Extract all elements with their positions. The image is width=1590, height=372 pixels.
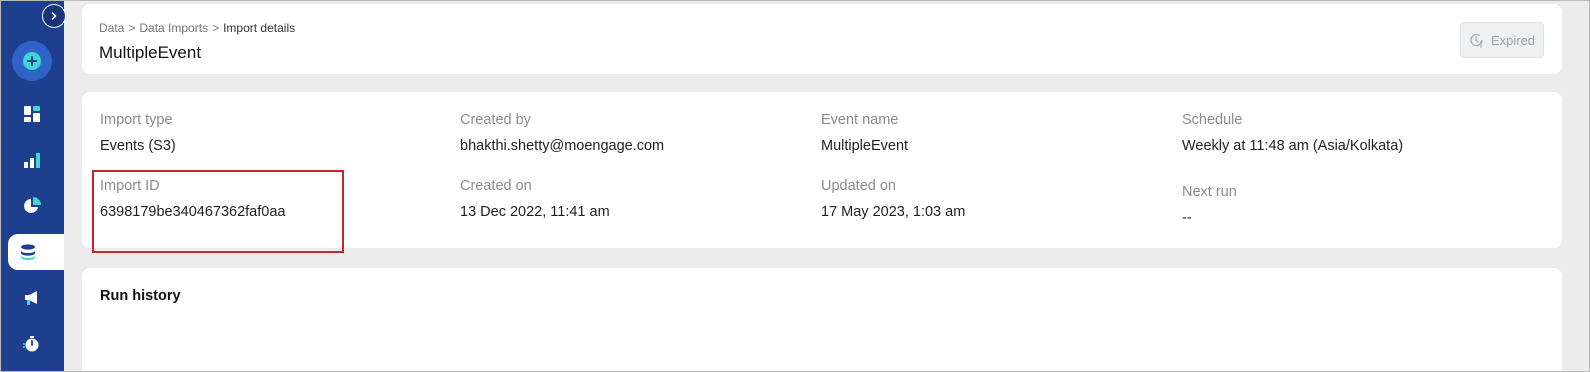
breadcrumb-separator: > (128, 21, 136, 35)
event-name-field: Event name MultipleEvent (821, 112, 908, 154)
breadcrumb-separator: > (212, 21, 220, 35)
breadcrumb-data[interactable]: Data (99, 21, 124, 35)
run-history-title: Run history (100, 288, 181, 304)
schedule-value: Weekly at 11:48 am (Asia/Kolkata) (1182, 138, 1404, 154)
breadcrumb-data-imports[interactable]: Data Imports (139, 21, 208, 35)
created-on-value: 13 Dec 2022, 11:41 am (460, 204, 610, 220)
created-by-label: Created by (460, 112, 531, 128)
plus-icon (23, 52, 41, 70)
import-id-value: 6398179be340467362faf0aa (100, 204, 286, 220)
breadcrumb-import-details: Import details (223, 21, 296, 35)
created-on-label: Created on (460, 178, 532, 194)
expired-status-button[interactable]: Expired (1460, 22, 1544, 58)
chevron-right-icon (51, 12, 57, 20)
created-on-field: Created on 13 Dec 2022, 11:41 am (460, 178, 610, 220)
pie-chart-icon (24, 197, 41, 213)
import-id-label: Import ID (100, 178, 160, 194)
run-history-card: Run history (82, 268, 1562, 372)
created-by-value: bhakthi.shetty@moengage.com (460, 138, 665, 154)
page-header: Data > Data Imports > Import details Mul… (82, 4, 1562, 74)
sidebar-toggle-button[interactable] (42, 4, 66, 28)
schedule-field: Schedule Weekly at 11:48 am (Asia/Kolkat… (1182, 112, 1403, 154)
import-type-value: Events (S3) (100, 138, 176, 154)
database-icon (21, 244, 35, 261)
next-run-value: -- (1182, 210, 1192, 226)
dashboard-icon (24, 106, 40, 122)
next-run-field: Next run -- (1182, 184, 1237, 226)
sidebar-item-reports[interactable] (0, 188, 64, 224)
updated-on-field: Updated on 17 May 2023, 1:03 am (821, 178, 965, 220)
event-name-label: Event name (821, 112, 899, 128)
import-type-label: Import type (100, 112, 173, 128)
sidebar-item-dashboard[interactable] (0, 96, 64, 132)
sidebar-item-analytics[interactable] (0, 142, 64, 178)
updated-on-value: 17 May 2023, 1:03 am (821, 204, 966, 220)
import-details-card: Import type Events (S3) Created by bhakt… (82, 92, 1562, 248)
schedule-label: Schedule (1182, 112, 1243, 128)
stopwatch-icon (23, 336, 39, 352)
sidebar-item-campaigns[interactable] (0, 280, 64, 316)
bar-chart-icon (24, 153, 40, 168)
import-type-field: Import type Events (S3) (100, 112, 176, 154)
megaphone-icon (25, 291, 37, 305)
updated-on-label: Updated on (821, 178, 896, 194)
next-run-label: Next run (1182, 184, 1237, 200)
page-title: MultipleEvent (99, 43, 202, 62)
import-id-field: Import ID 6398179be340467362faf0aa (100, 178, 285, 220)
breadcrumb: Data > Data Imports > Import details (99, 21, 295, 35)
sidebar (0, 0, 64, 372)
sidebar-item-data[interactable] (8, 234, 64, 270)
sidebar-item-flows[interactable] (0, 326, 64, 362)
create-button[interactable] (12, 41, 52, 81)
expired-label: Expired (1490, 32, 1536, 48)
event-name-value: MultipleEvent (821, 138, 909, 154)
clock-icon (1470, 33, 1483, 48)
created-by-field: Created by bhakthi.shetty@moengage.com (460, 112, 664, 154)
